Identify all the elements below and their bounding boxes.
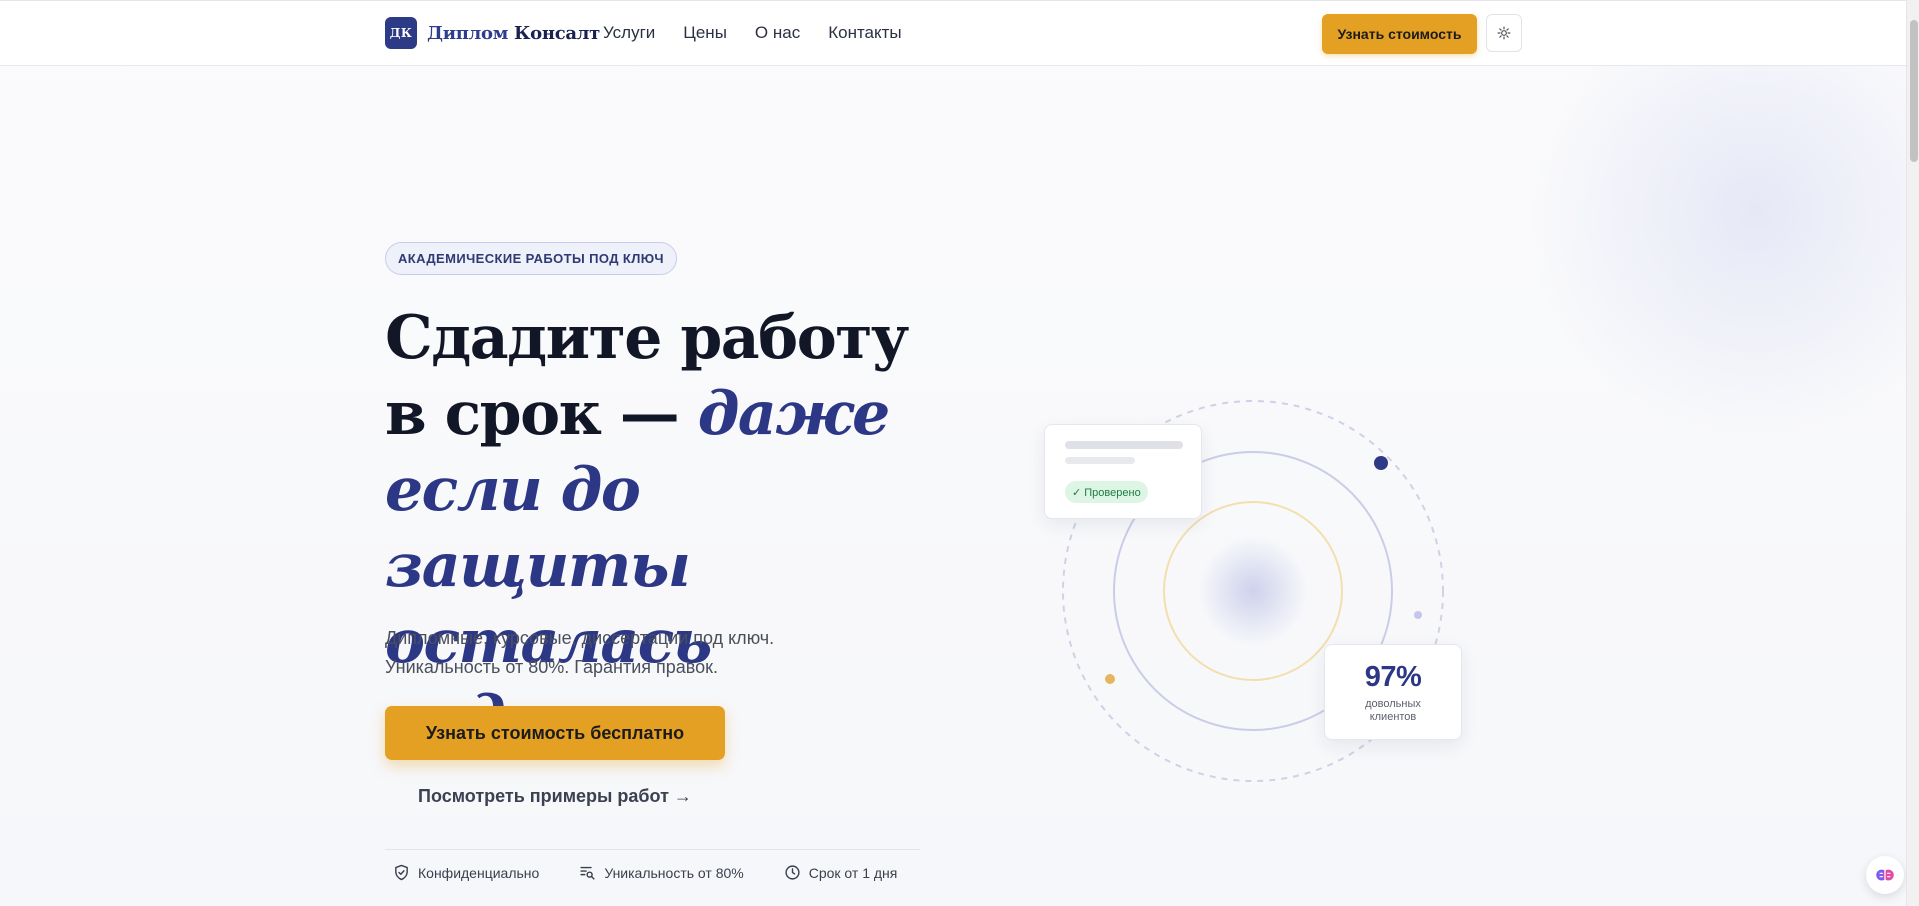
stat-value: 97% [1364, 661, 1422, 693]
theme-toggle-button[interactable] [1486, 14, 1522, 52]
feature-label: Уникальность от 80% [604, 864, 744, 881]
nav-link-prices[interactable]: Цены [683, 23, 727, 43]
stat-label-line-2: клиентов [1369, 711, 1417, 723]
brain-icon [1876, 869, 1894, 881]
nav-link-services[interactable]: Услуги [603, 23, 655, 43]
subtitle-line-1: Дипломные, курсовые, диссертации под клю… [385, 628, 775, 648]
stat-label-line-1: довольных [1365, 698, 1421, 710]
orbit-dot-amber [1105, 674, 1115, 684]
skeleton-line [1065, 457, 1135, 464]
subtitle-line-2: Уникальность от 80%. Гарантия правок. [385, 657, 719, 677]
clock-icon [785, 865, 800, 880]
verified-badge: ✓ Проверено [1065, 481, 1148, 503]
orbit-dot-navy [1374, 456, 1388, 470]
chat-widget-button[interactable] [1866, 856, 1904, 894]
features-divider [385, 849, 920, 850]
hero-subtitle: Дипломные, курсовые, диссертации под клю… [385, 624, 865, 682]
feature-confidential: Конфиденциально [393, 864, 539, 881]
satisfaction-card: 97% довольных клиентов [1324, 644, 1462, 740]
logo-text-part2: Консалт [514, 22, 600, 44]
skeleton-line [1065, 441, 1183, 449]
verified-card: ✓ Проверено [1044, 424, 1202, 519]
logo-text: Диплом Консалт [427, 23, 600, 44]
examples-link[interactable]: Посмотреть примеры работ → [418, 786, 692, 807]
center-glow [1198, 536, 1308, 646]
nav-link-contacts[interactable]: Контакты [828, 23, 901, 43]
features-list: Конфиденциально Уникальность от 80% Срок… [393, 864, 937, 881]
main-nav: Услуги Цены О нас Контакты [603, 23, 930, 43]
stat-label: довольных клиентов [1325, 698, 1461, 724]
hero-badge: АКАДЕМИЧЕСКИЕ РАБОТЫ ПОД КЛЮЧ [385, 242, 677, 275]
hero-headline: Сдадите работу в срок — даже если до защ… [385, 300, 945, 756]
orbit-dot-lavender [1414, 611, 1422, 619]
header-cta-button[interactable]: Узнать стоимость [1322, 14, 1477, 54]
nav-link-about[interactable]: О нас [755, 23, 800, 43]
hero-cta-button[interactable]: Узнать стоимость бесплатно [385, 706, 725, 760]
feature-deadline: Срок от 1 дня [784, 864, 898, 881]
text-search-icon [580, 866, 595, 880]
logo-badge: ДК [385, 17, 417, 49]
page-scrollbar[interactable] [1906, 0, 1919, 906]
feature-uniqueness: Уникальность от 80% [579, 864, 744, 881]
shield-check-icon [395, 864, 408, 881]
feature-label: Срок от 1 дня [808, 864, 898, 881]
feature-label: Конфиденциально [418, 864, 540, 881]
site-logo[interactable]: ДК Диплом Консалт [385, 17, 600, 49]
page: ДК Диплом Консалт Услуги Цены О нас Конт… [0, 0, 1919, 906]
sun-icon [1497, 26, 1511, 40]
site-header: ДК Диплом Консалт Услуги Цены О нас Конт… [0, 0, 1906, 66]
scrollbar-thumb[interactable] [1910, 20, 1918, 162]
logo-text-part1: Диплом [427, 22, 509, 44]
